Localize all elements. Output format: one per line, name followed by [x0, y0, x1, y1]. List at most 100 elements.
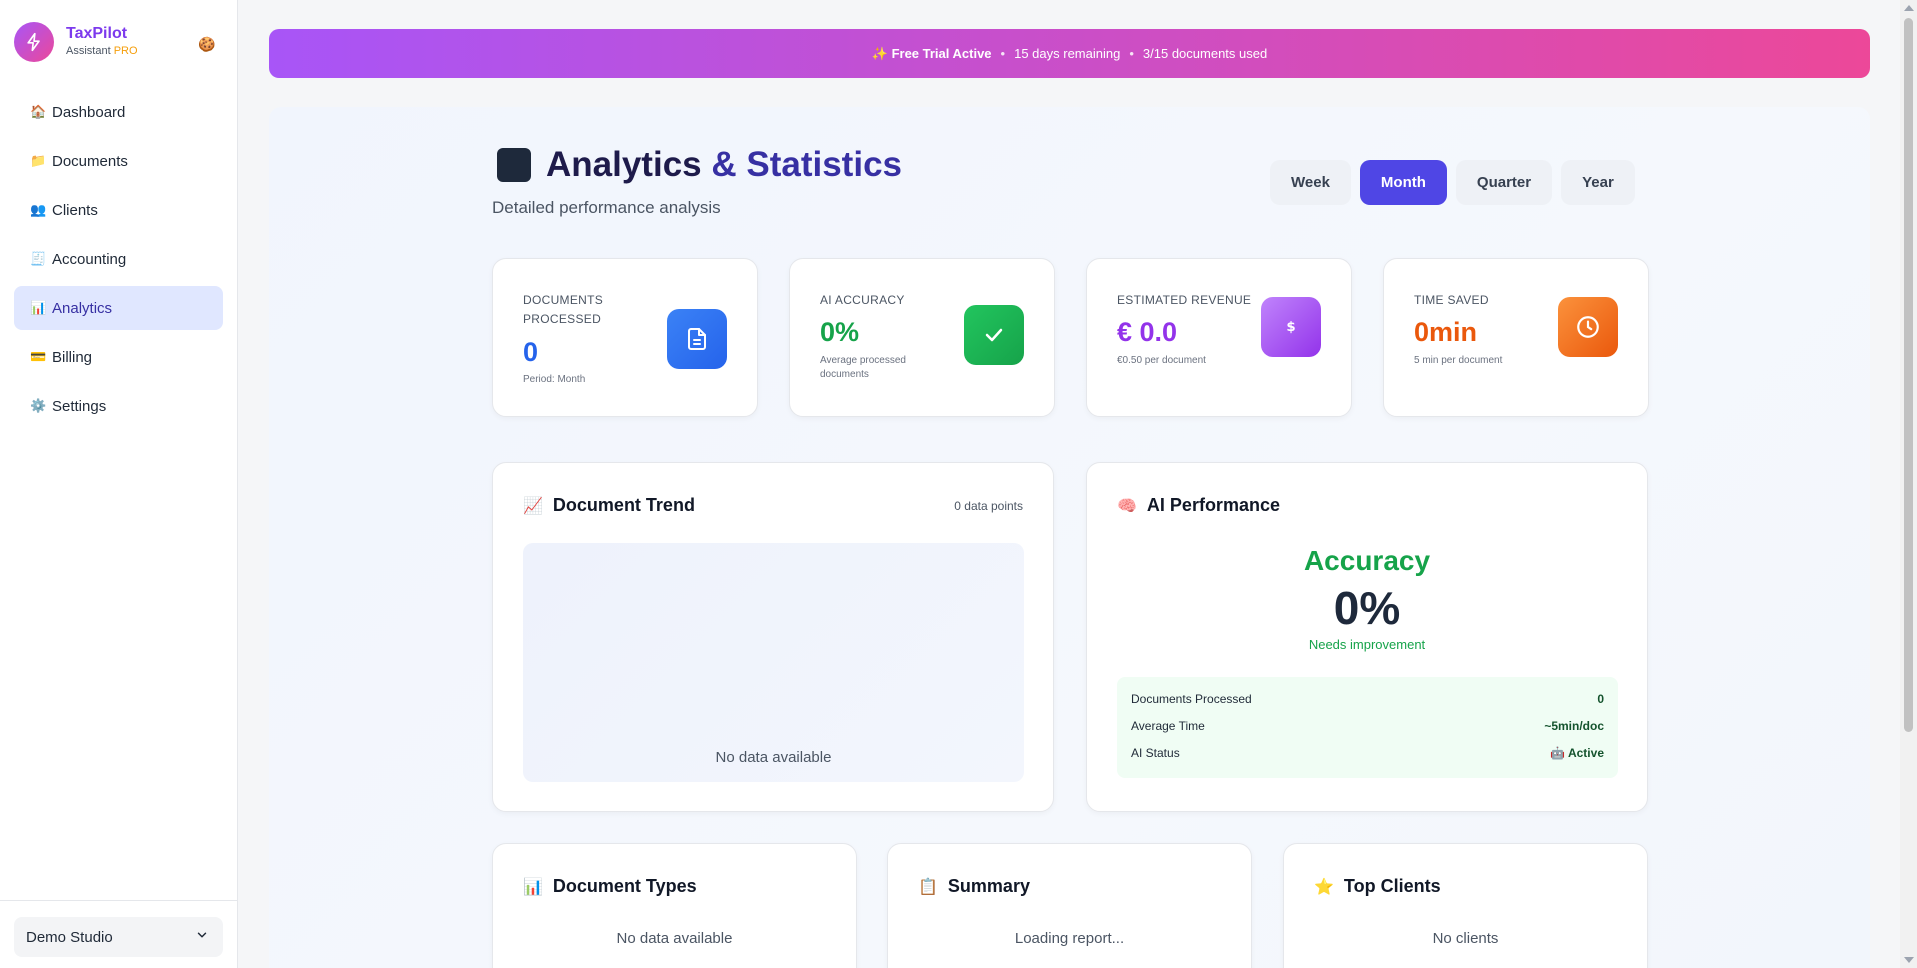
ai-stat-row: Average Time ~5min/doc	[1131, 712, 1604, 739]
sidebar-item-clients[interactable]: 👥 Clients	[14, 188, 223, 232]
panel-title-text: AI Performance	[1146, 495, 1280, 515]
stat-card-time: Time Saved 0min 5 min per document	[1383, 258, 1649, 417]
brain-icon: 🧠	[1117, 497, 1137, 515]
title-square-icon	[497, 148, 531, 182]
panel-title-text: Document Trend	[552, 495, 695, 515]
brand[interactable]: TaxPilot Assistant PRO	[14, 22, 138, 62]
bar-chart-icon: 📊	[30, 300, 47, 315]
sidebar-item-label: Settings	[52, 397, 107, 415]
sidebar-item-documents[interactable]: 📁 Documents	[14, 139, 223, 183]
trend-chart-area: No data available	[523, 543, 1024, 782]
gear-icon: ⚙️	[30, 398, 47, 413]
summary-panel: 📋 Summary Loading report...	[887, 843, 1252, 968]
ai-stat-label: Average Time	[1131, 718, 1205, 733]
sparkle-icon: ✨	[871, 45, 888, 61]
brand-subtitle: Assistant PRO	[66, 45, 138, 57]
ai-stat-value: 0	[1597, 691, 1604, 706]
stat-note: 5 min per document	[1414, 355, 1503, 366]
no-clients-text: No clients	[1432, 930, 1499, 947]
sidebar-item-billing[interactable]: 💳 Billing	[14, 335, 223, 379]
studio-label: Demo Studio	[26, 928, 113, 946]
document-types-panel: 📊 Document Types No data available	[492, 843, 857, 968]
stat-label: Time Saved	[1414, 293, 1489, 307]
separator-dot: •	[1000, 46, 1006, 61]
sidebar-item-accounting[interactable]: 🧾 Accounting	[14, 237, 223, 281]
star-icon: ⭐	[1314, 878, 1334, 896]
check-icon	[964, 305, 1024, 365]
stat-card-documents: Documents Processed 0 Period: Month	[492, 258, 758, 417]
period-month-button[interactable]: Month	[1359, 160, 1447, 205]
brand-name: TaxPilot	[66, 25, 128, 42]
stat-note: €0.50 per document	[1117, 355, 1206, 366]
stat-value: 0	[523, 337, 539, 367]
sidebar-item-dashboard[interactable]: 🏠 Dashboard	[14, 90, 223, 134]
page-title: Analytics & Statistics	[497, 144, 902, 186]
period-week-button[interactable]: Week	[1270, 160, 1351, 205]
sidebar-item-label: Accounting	[52, 250, 127, 268]
scroll-down-arrow-icon[interactable]	[1904, 957, 1914, 963]
stat-card-accuracy: AI Accuracy 0% Average processed documen…	[789, 258, 1055, 417]
sidebar: TaxPilot Assistant PRO 🍪 🏠 Dashboard 📁 D…	[0, 0, 238, 968]
cookie-icon[interactable]: 🍪	[198, 36, 215, 53]
stat-note: Period: Month	[523, 374, 586, 385]
accuracy-heading: Accuracy	[1303, 545, 1431, 576]
users-icon: 👥	[30, 202, 47, 217]
panel-title: 📋 Summary	[918, 876, 1030, 897]
folder-icon: 📁	[30, 153, 47, 168]
sidebar-nav: 🏠 Dashboard 📁 Documents 👥 Clients 🧾 Acco…	[14, 90, 223, 433]
page-scrollbar[interactable]	[1900, 0, 1917, 968]
ai-stat-value: 🤖 Active	[1550, 745, 1604, 760]
ai-stat-label: Documents Processed	[1131, 691, 1252, 706]
ai-stat-row: AI Status 🤖 Active	[1131, 739, 1604, 766]
separator-dot: •	[1129, 46, 1134, 61]
sidebar-item-label: Documents	[52, 152, 128, 170]
sidebar-item-settings[interactable]: ⚙️ Settings	[14, 384, 223, 428]
stat-label: Estimated Revenue	[1117, 293, 1252, 307]
svg-text:$: $	[1286, 320, 1295, 335]
page-subtitle: Detailed performance analysis	[492, 198, 721, 217]
sidebar-item-analytics[interactable]: 📊 Analytics	[14, 286, 223, 330]
panel-title-text: Summary	[947, 876, 1030, 896]
credit-card-icon: 💳	[30, 349, 47, 364]
panel-title: 📊 Document Types	[523, 876, 697, 897]
ai-stat-value: ~5min/doc	[1544, 718, 1604, 733]
scroll-thumb[interactable]	[1904, 18, 1913, 732]
clipboard-icon: 📋	[918, 878, 938, 896]
stat-value: 0min	[1414, 317, 1478, 347]
period-year-button[interactable]: Year	[1561, 160, 1635, 205]
scroll-up-arrow-icon[interactable]	[1904, 5, 1914, 11]
sidebar-item-label: Analytics	[52, 299, 113, 317]
trial-remaining: 15 days remaining	[1014, 46, 1121, 61]
sidebar-item-label: Dashboard	[52, 103, 126, 121]
robot-icon: 🤖	[1550, 745, 1566, 760]
home-icon: 🏠	[30, 104, 47, 119]
data-points-count: 0 data points	[954, 499, 1023, 513]
trial-banner: ✨ Free Trial Active • 15 days remaining …	[269, 29, 1870, 78]
studio-select[interactable]: Demo Studio	[14, 917, 223, 957]
studio-footer: Demo Studio	[0, 900, 238, 968]
ai-performance-panel: 🧠 AI Performance Accuracy 0% Needs impro…	[1086, 462, 1648, 812]
stat-label: Documents Processed	[523, 293, 604, 326]
period-selector: Week Month Quarter Year	[1270, 160, 1644, 205]
no-data-text: No data available	[715, 749, 832, 766]
receipt-icon: 🧾	[30, 251, 47, 266]
sidebar-item-label: Clients	[52, 201, 98, 219]
stat-note: Average processed documents	[820, 355, 906, 380]
bar-chart-icon: 📊	[523, 878, 543, 896]
trial-title: Free Trial Active	[891, 46, 992, 61]
accuracy-value: 0%	[1333, 582, 1401, 634]
ai-stats-box: Documents Processed 0 Average Time ~5min…	[1117, 677, 1618, 778]
sidebar-item-label: Billing	[52, 348, 93, 366]
document-trend-panel: 📈 Document Trend 0 data points No data a…	[492, 462, 1054, 812]
trend-chart-icon: 📈	[523, 497, 543, 515]
stat-label: AI Accuracy	[820, 293, 905, 307]
period-quarter-button[interactable]: Quarter	[1455, 160, 1553, 205]
stat-value: € 0.0	[1117, 317, 1178, 347]
panel-title-text: Document Types	[552, 876, 697, 896]
title-ampersand: &	[711, 145, 737, 184]
pro-badge: PRO	[113, 45, 138, 57]
title-word-statistics: Statistics	[746, 145, 902, 184]
no-data-text: No data available	[616, 930, 733, 947]
panel-title: 🧠 AI Performance	[1117, 495, 1280, 516]
chevron-down-icon	[195, 928, 209, 946]
